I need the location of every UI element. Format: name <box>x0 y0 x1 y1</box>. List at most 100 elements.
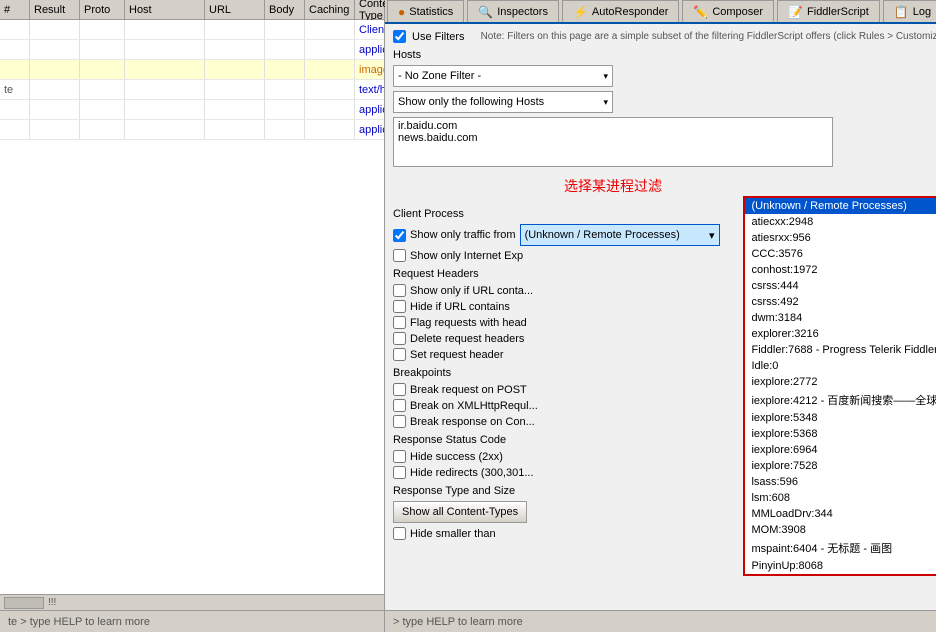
delete-request-headers-label: Delete request headers <box>410 333 524 345</box>
tab-autoresponder[interactable]: ⚡ AutoResponder <box>562 0 679 22</box>
break-on-post-label: Break request on POST <box>410 384 527 396</box>
bottom-status-bar: te > type HELP to learn more <box>0 610 384 632</box>
tab-fiddlerscript-label: FiddlerScript <box>807 6 869 18</box>
col-caching: Caching <box>305 0 355 19</box>
show-only-internet-exp-checkbox[interactable] <box>393 249 406 262</box>
tab-inspectors-label: Inspectors <box>497 6 548 18</box>
process-list-item[interactable]: Fiddler:7688 - Progress Telerik Fiddler … <box>745 342 936 358</box>
flag-requests-checkbox[interactable] <box>393 316 406 329</box>
process-dropdown-arrow: ▾ <box>709 229 715 242</box>
break-on-connect-checkbox[interactable] <box>393 415 406 428</box>
process-list-item[interactable]: lsass:596 <box>745 474 936 490</box>
table-row[interactable]: te text/html iexplore:7528 <box>0 80 384 100</box>
tab-composer[interactable]: ✏️ Composer <box>682 0 774 22</box>
statistics-icon: ● <box>398 5 405 19</box>
filter-note: Note: Filters on this page are a simple … <box>481 31 936 42</box>
process-list-item[interactable]: MMLoadDrv:344 <box>745 506 936 522</box>
delete-request-headers-checkbox[interactable] <box>393 332 406 345</box>
show-only-traffic-checkbox[interactable] <box>393 229 406 242</box>
col-url: URL <box>205 0 265 19</box>
process-list-item[interactable]: PresentationFontCache:4880 <box>745 574 936 576</box>
flag-requests-label: Flag requests with head <box>410 317 527 329</box>
process-list-item[interactable]: mspaint:6404 - 无标题 - 画图 <box>745 538 936 558</box>
set-request-header-checkbox[interactable] <box>393 348 406 361</box>
process-list-item[interactable]: PinyinUp:8068 <box>745 558 936 574</box>
process-list-item[interactable]: Idle:0 <box>745 358 936 374</box>
scrollbar-thumb[interactable] <box>4 597 44 609</box>
show-only-following-dropdown[interactable]: Show only the following Hosts ▾ <box>393 91 613 113</box>
process-list-item[interactable]: CCC:3576 <box>745 246 936 262</box>
status-text: !!! <box>48 597 56 608</box>
left-panel: # Result Proto Host URL Body Caching Con… <box>0 0 385 632</box>
tab-log[interactable]: 📋 Log <box>883 0 936 22</box>
tab-statistics[interactable]: ● Statistics <box>387 0 464 22</box>
tab-statistics-label: Statistics <box>409 6 453 18</box>
use-filters-label: Use Filters <box>412 31 465 43</box>
process-list-item[interactable]: dwm:3184 <box>745 310 936 326</box>
use-filters-checkbox[interactable] <box>393 30 406 43</box>
hosts-textarea[interactable]: ir.baidu.com news.baidu.com <box>393 117 833 167</box>
process-list-item[interactable]: iexplore:2772 <box>745 374 936 390</box>
process-list-item[interactable]: iexplore:5348 <box>745 410 936 426</box>
process-list-item[interactable]: atiecxx:2948 <box>745 214 936 230</box>
process-list-dropdown[interactable]: (Unknown / Remote Processes) atiecxx:294… <box>743 196 936 576</box>
process-list-item[interactable]: iexplore:6964 <box>745 442 936 458</box>
use-filters-row: Use Filters Note: Filters on this page a… <box>393 30 936 43</box>
table-row[interactable]: image/jpeg iexplore:7528 <box>0 60 384 80</box>
process-list-item[interactable]: iexplore:4212 - 百度新闻搜索——全球最大的中文新闻平台 - Ir <box>745 390 936 410</box>
inspectors-icon: 🔍 <box>478 5 493 19</box>
show-only-following-arrow: ▾ <box>603 97 608 108</box>
process-list-item[interactable]: csrss:444 <box>745 278 936 294</box>
show-only-following-row: Show only the following Hosts ▾ <box>393 91 936 113</box>
hide-success-checkbox[interactable] <box>393 450 406 463</box>
session-list: Client Process iexplore:7528 application… <box>0 20 384 594</box>
break-on-xml-label: Break on XMLHttpRequl... <box>410 400 538 412</box>
col-num: # <box>0 0 30 19</box>
show-all-content-types-label: Show all Content-Types <box>402 506 518 518</box>
table-row[interactable]: application/... iexplore:7528 <box>0 100 384 120</box>
show-if-url-checkbox[interactable] <box>393 284 406 297</box>
hide-redirects-label: Hide redirects (300,301... <box>410 467 534 479</box>
col-proto: Proto <box>80 0 125 19</box>
tab-log-label: Log <box>913 6 931 18</box>
tab-composer-label: Composer <box>712 6 763 18</box>
hide-success-label: Hide success (2xx) <box>410 451 503 463</box>
horizontal-scrollbar-area: !!! <box>0 594 384 610</box>
tab-autoresponder-label: AutoResponder <box>592 6 668 18</box>
log-icon: 📋 <box>894 5 909 19</box>
process-list-item[interactable]: csrss:492 <box>745 294 936 310</box>
set-request-header-label: Set request header <box>410 349 504 361</box>
table-row[interactable]: application/... iexplore:7528 <box>0 120 384 140</box>
autoresponder-icon: ⚡ <box>573 5 588 19</box>
col-host: Host <box>125 0 205 19</box>
hosts-title: Hosts <box>393 49 936 61</box>
hide-smaller-than-checkbox[interactable] <box>393 527 406 540</box>
process-list-item[interactable]: conhost:1972 <box>745 262 936 278</box>
process-list-item[interactable]: (Unknown / Remote Processes) <box>745 198 936 214</box>
hide-redirects-checkbox[interactable] <box>393 466 406 479</box>
show-all-content-types-button[interactable]: Show all Content-Types <box>393 501 527 523</box>
break-on-post-checkbox[interactable] <box>393 383 406 396</box>
no-zone-filter-arrow: ▾ <box>603 71 608 82</box>
no-zone-filter-label: - No Zone Filter - <box>398 70 481 82</box>
hide-if-url-checkbox[interactable] <box>393 300 406 313</box>
process-list-item[interactable]: atiesrxx:956 <box>745 230 936 246</box>
process-list-item[interactable]: iexplore:5368 <box>745 426 936 442</box>
process-list-item[interactable]: lsm:608 <box>745 490 936 506</box>
hosts-section: Hosts - No Zone Filter - ▾ Show only the… <box>393 49 936 170</box>
tab-inspectors[interactable]: 🔍 Inspectors <box>467 0 559 22</box>
table-row[interactable]: application/... iexplore:7528 <box>0 40 384 60</box>
table-row[interactable]: Client Process iexplore:7528 <box>0 20 384 40</box>
show-only-traffic-label: Show only traffic from <box>410 229 516 241</box>
composer-icon: ✏️ <box>693 5 708 19</box>
process-list-item[interactable]: explorer:3216 <box>745 326 936 342</box>
break-on-xml-checkbox[interactable] <box>393 399 406 412</box>
process-list-item[interactable]: MOM:3908 <box>745 522 936 538</box>
no-zone-filter-dropdown[interactable]: - No Zone Filter - ▾ <box>393 65 613 87</box>
process-selector-dropdown[interactable]: (Unknown / Remote Processes) ▾ <box>520 224 720 246</box>
process-list-item[interactable]: iexplore:7528 <box>745 458 936 474</box>
fiddlerscript-icon: 📝 <box>788 5 803 19</box>
right-bottom-bar: > type HELP to learn more <box>385 610 936 632</box>
right-tab-bar: ● Statistics 🔍 Inspectors ⚡ AutoResponde… <box>385 0 936 24</box>
tab-fiddlerscript[interactable]: 📝 FiddlerScript <box>777 0 880 22</box>
